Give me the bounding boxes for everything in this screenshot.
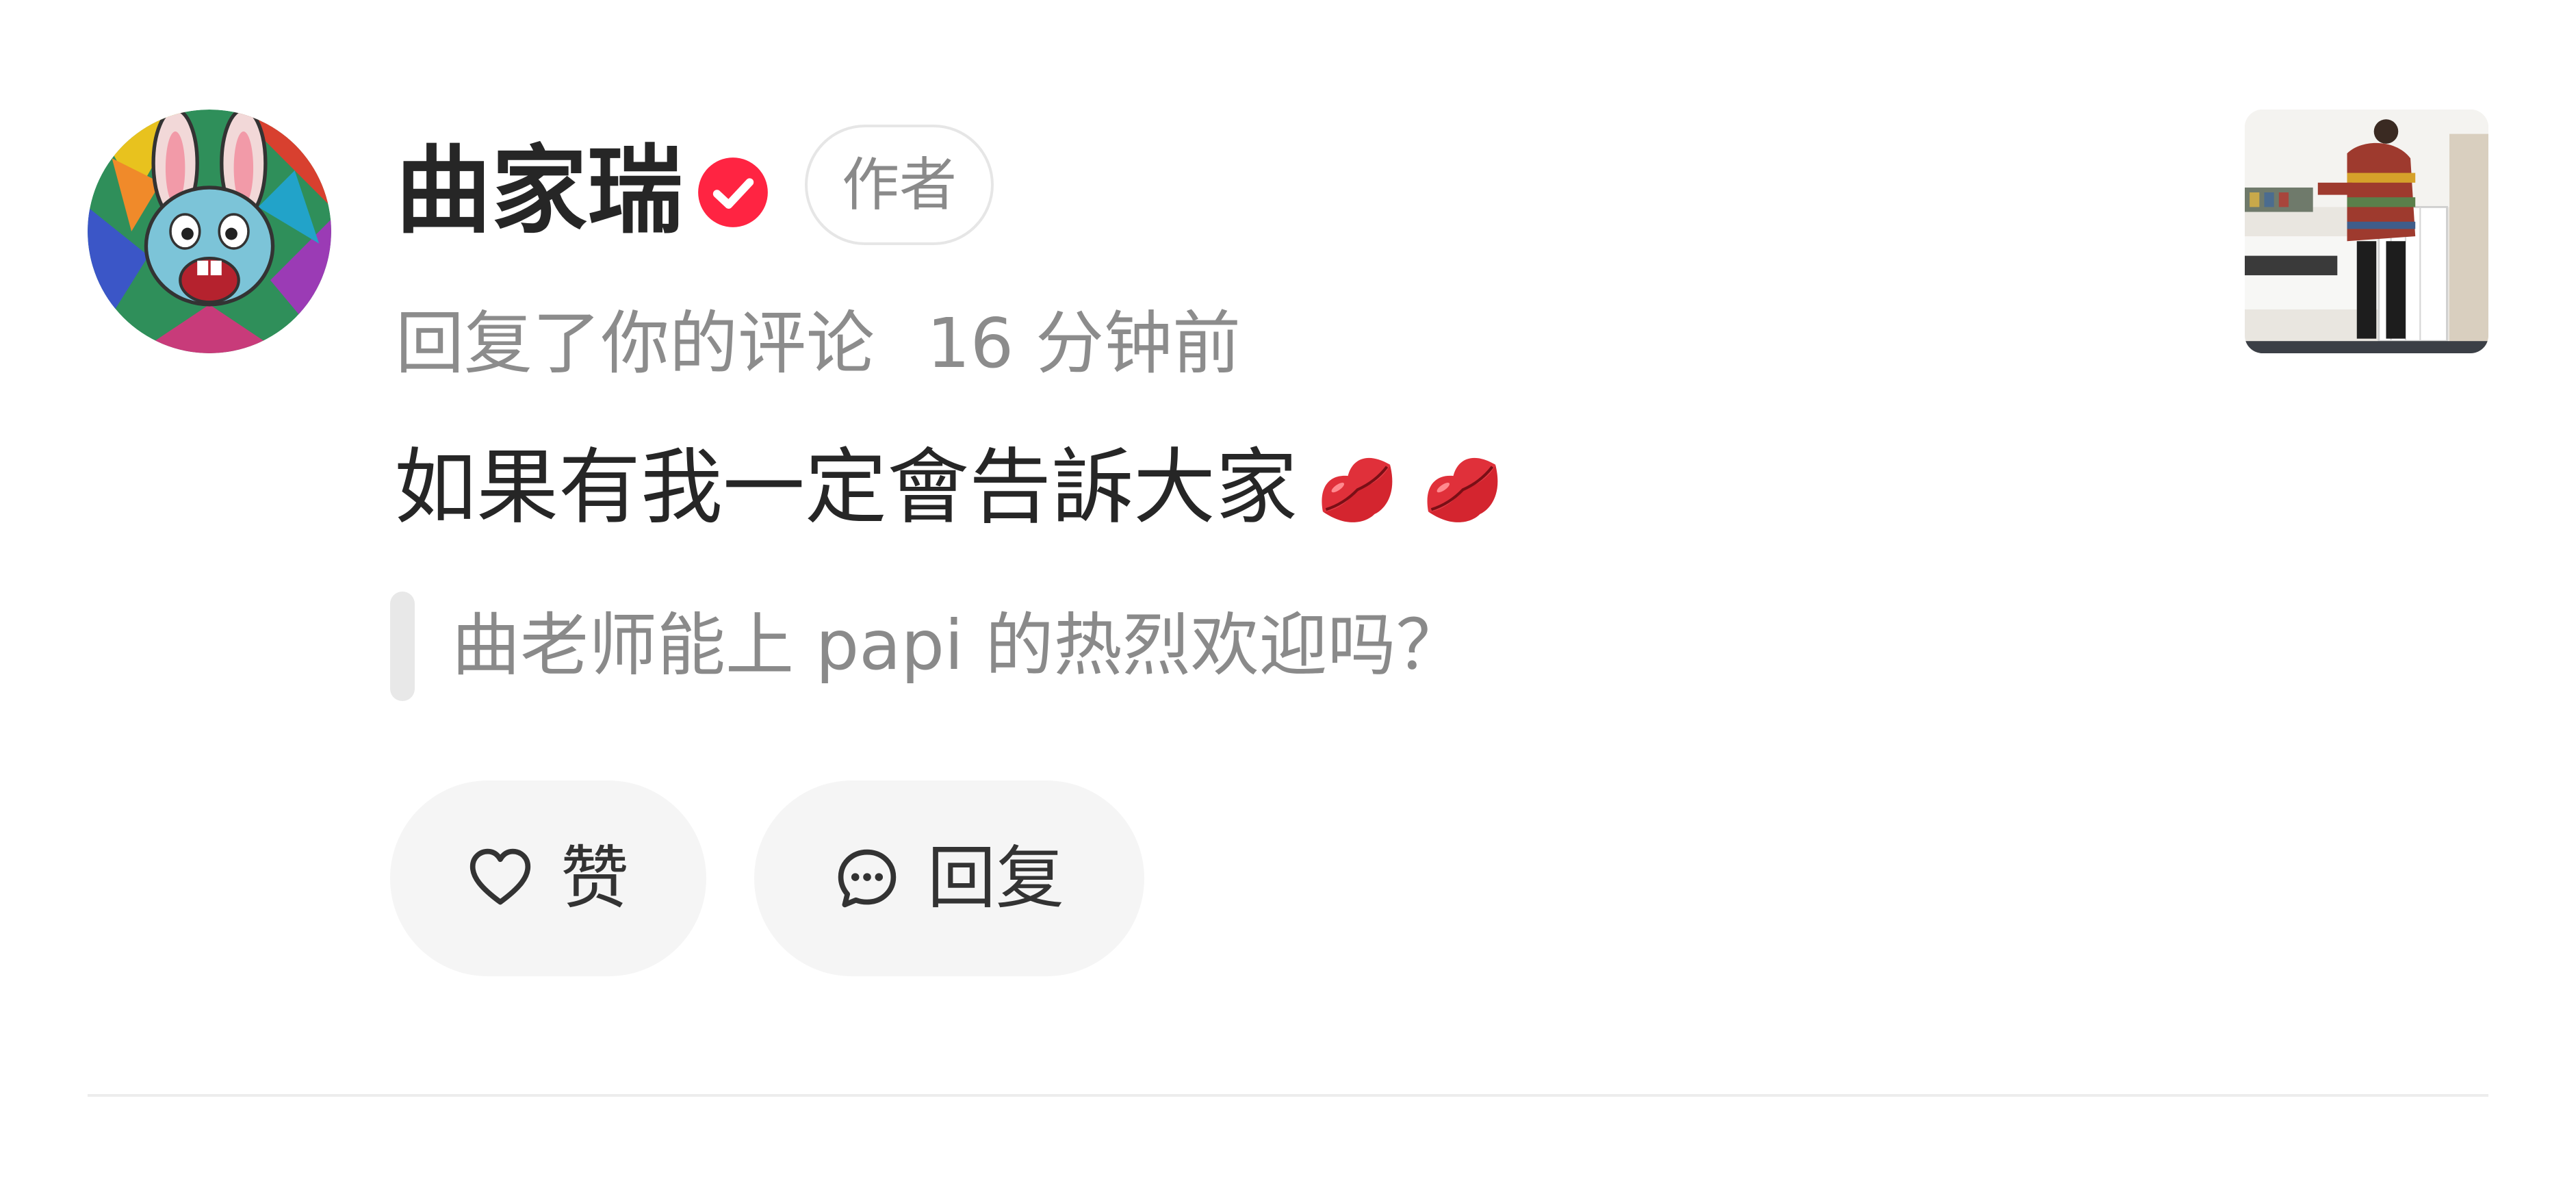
quoted-comment[interactable]: 曲老师能上 papi 的热烈欢迎吗？ <box>452 601 1465 690</box>
kiss-mark-emoji-icon <box>1310 442 1403 535</box>
author-name[interactable]: 曲家瑞 <box>396 130 683 253</box>
author-badge: 作者 <box>805 125 994 245</box>
reply-content[interactable]: 如果有我一定會告訴大家 <box>394 437 1508 539</box>
rabbit-avatar-image <box>88 110 331 353</box>
reply-label: 回复 <box>927 838 1064 918</box>
post-thumbnail[interactable] <box>2245 110 2488 353</box>
reply-button[interactable]: 回复 <box>754 780 1144 976</box>
kiss-mark-emoji-icon <box>1415 442 1508 535</box>
user-avatar[interactable] <box>88 110 331 353</box>
timestamp: 16 分钟前 <box>927 303 1241 383</box>
action-text: 回复了你的评论 <box>396 303 875 383</box>
heart-outline-icon <box>467 846 533 911</box>
verified-check-icon <box>697 156 769 229</box>
post-thumbnail-image <box>2245 110 2488 353</box>
chat-bubble-icon <box>834 846 900 911</box>
notification-meta: 回复了你的评论 16 分钟前 <box>396 303 1241 385</box>
reply-text: 如果有我一定會告訴大家 <box>394 440 1298 535</box>
divider <box>88 1094 2488 1097</box>
like-button[interactable]: 赞 <box>390 780 706 976</box>
quote-bar <box>390 592 415 701</box>
like-label: 赞 <box>561 838 629 918</box>
